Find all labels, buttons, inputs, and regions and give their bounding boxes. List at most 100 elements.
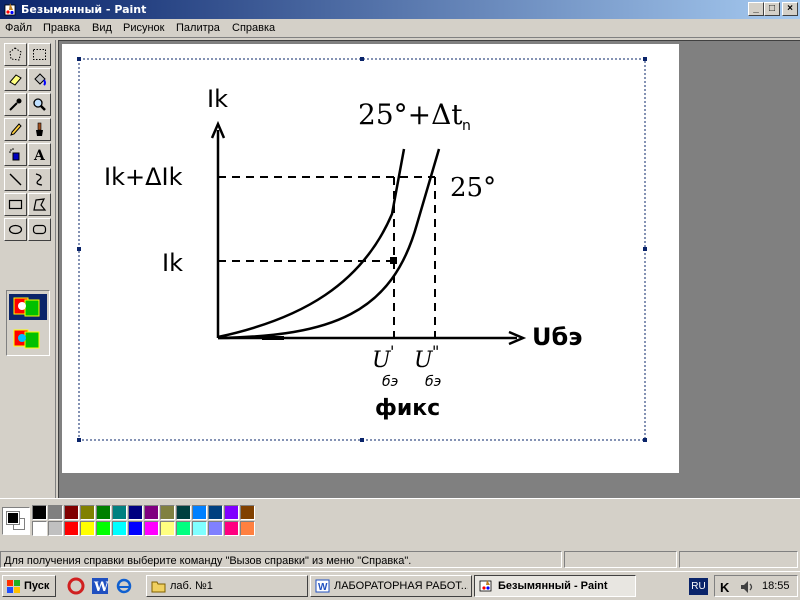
tool-rectangle[interactable] (4, 193, 27, 216)
color-swatch[interactable] (112, 521, 127, 536)
color-swatch[interactable] (208, 505, 223, 520)
tool-color-picker[interactable] (4, 93, 27, 116)
start-button[interactable]: Пуск (2, 575, 56, 597)
ellipse-icon (8, 224, 23, 235)
color-swatch[interactable] (48, 521, 63, 536)
eyedropper-icon (9, 98, 22, 111)
menu-image[interactable]: Рисунок (123, 22, 165, 34)
u2-subscript: бэ (425, 374, 441, 390)
tool-text[interactable]: A (28, 143, 51, 166)
magnifier-icon (33, 98, 46, 111)
tool-rect-select[interactable] (28, 43, 51, 66)
color-swatch[interactable] (160, 505, 175, 520)
paint-app-icon[interactable] (3, 2, 18, 17)
task-paint[interactable]: Безымянный - Paint (474, 575, 636, 597)
color-swatch[interactable] (224, 521, 239, 536)
maximize-button[interactable]: □ (764, 2, 780, 16)
ik-delta-label: Ik+ΔIk (104, 163, 183, 191)
word-icon[interactable]: W (91, 577, 109, 595)
color-swatch[interactable] (160, 521, 175, 536)
color-swatch[interactable] (192, 505, 207, 520)
menu-view[interactable]: Вид (92, 22, 112, 34)
tool-rounded-rectangle[interactable] (28, 218, 51, 241)
line-icon (9, 173, 22, 186)
system-tray: K 18:55 (714, 575, 798, 597)
volume-icon[interactable] (739, 579, 755, 595)
color-swatch[interactable] (80, 521, 95, 536)
tool-magnifier[interactable] (28, 93, 51, 116)
rectangle-icon (8, 199, 23, 210)
menu-edit[interactable]: Правка (43, 22, 80, 34)
tool-ellipse[interactable] (4, 218, 27, 241)
task-folder-label: лаб. №1 (170, 580, 213, 592)
menu-help[interactable]: Справка (232, 22, 275, 34)
rect-select-icon (33, 49, 46, 60)
intersection-point (390, 257, 397, 264)
color-swatch[interactable] (240, 521, 255, 536)
menu-colors[interactable]: Палитра (176, 22, 220, 34)
task-folder[interactable]: лаб. №1 (146, 575, 308, 597)
tool-eraser[interactable] (4, 68, 27, 91)
tool-free-select[interactable] (4, 43, 27, 66)
ik-label: Ik (162, 249, 183, 277)
transparent-option-icon[interactable] (9, 326, 47, 352)
tool-curve[interactable] (28, 168, 51, 191)
drawing-svg[interactable]: Ik Ik+ΔIk Ik 25°+Δt n 25° Uбэ U ' бэ U "… (62, 44, 679, 473)
tool-line[interactable] (4, 168, 27, 191)
svg-text:W: W (93, 580, 109, 595)
start-label: Пуск (24, 580, 50, 592)
status-help-text: Для получения справки выберите команду "… (4, 555, 412, 567)
clock[interactable]: 18:55 (762, 580, 790, 592)
rounded-rectangle-icon (32, 224, 47, 235)
opaque-option-icon[interactable] (9, 294, 47, 320)
color-swatch[interactable] (64, 521, 79, 536)
color-swatch[interactable] (48, 505, 63, 520)
color-swatch[interactable] (32, 505, 47, 520)
color-swatch[interactable] (128, 505, 143, 520)
u1-label: U (372, 348, 392, 373)
menu-file[interactable]: Файл (5, 22, 32, 34)
color-swatch[interactable] (176, 505, 191, 520)
drawing-canvas[interactable]: Ik Ik+ΔIk Ik 25°+Δt n 25° Uбэ U ' бэ U "… (62, 44, 679, 473)
current-colors[interactable] (2, 507, 30, 535)
tool-pencil[interactable] (4, 118, 27, 141)
u2-double-prime: " (432, 342, 439, 361)
airbrush-icon (9, 148, 20, 161)
color-swatch[interactable] (96, 521, 111, 536)
color-swatch[interactable] (144, 505, 159, 520)
tool-polygon[interactable] (28, 193, 51, 216)
free-select-icon (9, 47, 22, 61)
color-swatch[interactable] (176, 521, 191, 536)
text-icon: A (33, 148, 46, 162)
close-button[interactable]: × (782, 2, 798, 16)
color-swatch[interactable] (80, 505, 95, 520)
tool-airbrush[interactable] (4, 143, 27, 166)
foreground-color[interactable] (6, 511, 20, 525)
color-swatch[interactable] (240, 505, 255, 520)
window-title: Безымянный - Paint (21, 3, 147, 16)
curve-base-label: 25° (450, 173, 496, 203)
color-palette (0, 498, 800, 546)
color-swatch[interactable] (208, 521, 223, 536)
menu-bar: Файл Правка Вид Рисунок Палитра Справка (0, 19, 800, 38)
task-word-document[interactable]: W ЛАБОРАТОРНАЯ РАБОТ... (310, 575, 472, 597)
opera-icon[interactable] (67, 577, 85, 595)
tool-brush[interactable] (28, 118, 51, 141)
canvas-workspace[interactable]: Ik Ik+ΔIk Ik 25°+Δt n 25° Uбэ U ' бэ U "… (58, 40, 800, 498)
color-swatch[interactable] (192, 521, 207, 536)
color-swatch[interactable] (64, 505, 79, 520)
internet-explorer-icon[interactable] (115, 577, 133, 595)
title-bar[interactable]: Безымянный - Paint _ □ × (0, 0, 800, 19)
color-swatch[interactable] (144, 521, 159, 536)
keyboard-layout-icon[interactable]: K (719, 579, 735, 595)
color-swatch[interactable] (96, 505, 111, 520)
color-swatch[interactable] (224, 505, 239, 520)
color-swatch[interactable] (128, 521, 143, 536)
tool-fill[interactable] (28, 68, 51, 91)
language-indicator[interactable]: RU (689, 578, 708, 595)
minimize-button[interactable]: _ (748, 2, 764, 16)
color-swatch[interactable] (32, 521, 47, 536)
color-swatch[interactable] (112, 505, 127, 520)
folder-icon (151, 581, 166, 593)
task-paint-label: Безымянный - Paint (498, 580, 608, 592)
